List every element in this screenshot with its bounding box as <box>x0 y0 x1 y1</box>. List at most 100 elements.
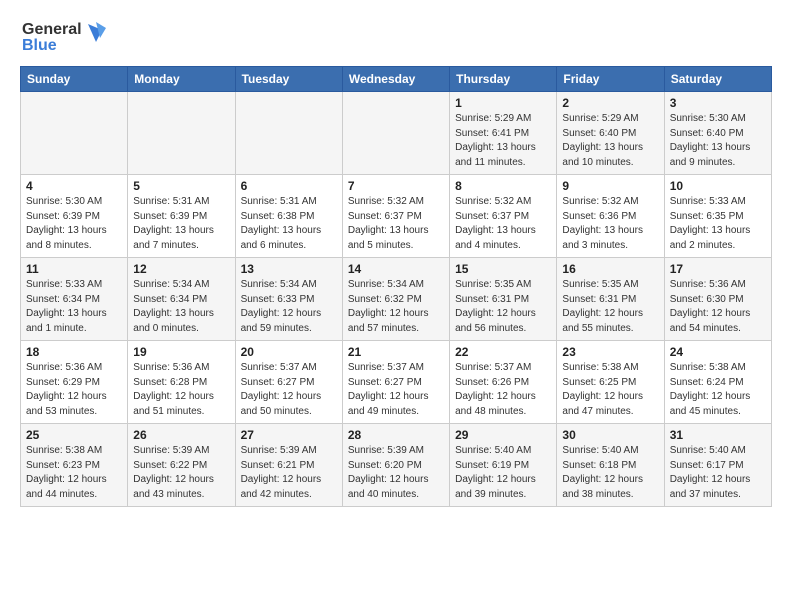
day-number: 10 <box>670 179 766 193</box>
calendar-day-cell: 13 Sunrise: 5:34 AM Sunset: 6:33 PM Dayli… <box>235 258 342 341</box>
day-info: Sunrise: 5:37 AM Sunset: 6:26 PM Dayligh… <box>455 361 551 419</box>
day-info: Sunrise: 5:39 AM Sunset: 6:20 PM Dayligh… <box>348 444 444 502</box>
calendar-day-cell: 15 Sunrise: 5:35 AM Sunset: 6:31 PM Dayli… <box>450 258 557 341</box>
day-number: 18 <box>26 345 122 359</box>
day-info: Sunrise: 5:36 AM Sunset: 6:29 PM Dayligh… <box>26 361 122 419</box>
calendar-day-cell: 25 Sunrise: 5:38 AM Sunset: 6:23 PM Dayli… <box>21 424 128 507</box>
calendar-week-row: 11Sunrise: 5:33 AM Sunset: 6:34 PM Dayli… <box>21 258 772 341</box>
day-number: 28 <box>348 428 444 442</box>
calendar-day-cell: 11Sunrise: 5:33 AM Sunset: 6:34 PM Dayli… <box>21 258 128 341</box>
svg-text:General: General <box>22 21 82 38</box>
day-info: Sunrise: 5:32 AM Sunset: 6:37 PM Dayligh… <box>348 195 444 253</box>
day-number: 2 <box>562 96 658 110</box>
calendar-day-cell: 12Sunrise: 5:34 AM Sunset: 6:34 PM Dayli… <box>128 258 235 341</box>
svg-text:Blue: Blue <box>22 37 57 54</box>
day-number: 20 <box>241 345 337 359</box>
day-info: Sunrise: 5:31 AM Sunset: 6:38 PM Dayligh… <box>241 195 337 253</box>
day-info: Sunrise: 5:35 AM Sunset: 6:31 PM Dayligh… <box>455 278 551 336</box>
day-number: 3 <box>670 96 766 110</box>
calendar-day-cell: 8 Sunrise: 5:32 AM Sunset: 6:37 PM Daylig… <box>450 175 557 258</box>
calendar-day-cell: 9 Sunrise: 5:32 AM Sunset: 6:36 PM Daylig… <box>557 175 664 258</box>
day-number: 25 <box>26 428 122 442</box>
weekday-header-row: SundayMondayTuesdayWednesdayThursdayFrid… <box>21 67 772 92</box>
calendar-day-cell: 18 Sunrise: 5:36 AM Sunset: 6:29 PM Dayli… <box>21 341 128 424</box>
day-info: Sunrise: 5:34 AM Sunset: 6:33 PM Dayligh… <box>241 278 337 336</box>
day-info: Sunrise: 5:34 AM Sunset: 6:34 PM Dayligh… <box>133 278 229 336</box>
calendar-day-cell: 20 Sunrise: 5:37 AM Sunset: 6:27 PM Dayli… <box>235 341 342 424</box>
day-info: Sunrise: 5:38 AM Sunset: 6:25 PM Dayligh… <box>562 361 658 419</box>
calendar-day-cell <box>21 92 128 175</box>
day-info: Sunrise: 5:29 AM Sunset: 6:40 PM Dayligh… <box>562 112 658 170</box>
calendar-day-cell: 3 Sunrise: 5:30 AM Sunset: 6:40 PM Daylig… <box>664 92 771 175</box>
day-number: 14 <box>348 262 444 276</box>
day-number: 30 <box>562 428 658 442</box>
day-number: 21 <box>348 345 444 359</box>
logo-icon: General Blue <box>20 16 110 54</box>
day-number: 31 <box>670 428 766 442</box>
calendar-day-cell: 2 Sunrise: 5:29 AM Sunset: 6:40 PM Daylig… <box>557 92 664 175</box>
day-info: Sunrise: 5:32 AM Sunset: 6:36 PM Dayligh… <box>562 195 658 253</box>
day-number: 22 <box>455 345 551 359</box>
day-number: 4 <box>26 179 122 193</box>
weekday-header-cell: Sunday <box>21 67 128 92</box>
day-info: Sunrise: 5:32 AM Sunset: 6:37 PM Dayligh… <box>455 195 551 253</box>
calendar-day-cell: 6Sunrise: 5:31 AM Sunset: 6:38 PM Daylig… <box>235 175 342 258</box>
calendar-day-cell: 27 Sunrise: 5:39 AM Sunset: 6:21 PM Dayli… <box>235 424 342 507</box>
calendar-table: SundayMondayTuesdayWednesdayThursdayFrid… <box>20 66 772 507</box>
calendar-day-cell: 30 Sunrise: 5:40 AM Sunset: 6:18 PM Dayli… <box>557 424 664 507</box>
day-number: 9 <box>562 179 658 193</box>
weekday-header-cell: Tuesday <box>235 67 342 92</box>
calendar-day-cell: 4 Sunrise: 5:30 AM Sunset: 6:39 PM Daylig… <box>21 175 128 258</box>
day-info: Sunrise: 5:30 AM Sunset: 6:40 PM Dayligh… <box>670 112 766 170</box>
day-number: 23 <box>562 345 658 359</box>
calendar-day-cell: 5 Sunrise: 5:31 AM Sunset: 6:39 PM Daylig… <box>128 175 235 258</box>
day-number: 24 <box>670 345 766 359</box>
calendar-week-row: 1Sunrise: 5:29 AM Sunset: 6:41 PM Daylig… <box>21 92 772 175</box>
calendar-day-cell <box>128 92 235 175</box>
day-info: Sunrise: 5:29 AM Sunset: 6:41 PM Dayligh… <box>455 112 551 170</box>
day-number: 13 <box>241 262 337 276</box>
calendar-body: 1Sunrise: 5:29 AM Sunset: 6:41 PM Daylig… <box>21 92 772 507</box>
day-number: 16 <box>562 262 658 276</box>
day-info: Sunrise: 5:33 AM Sunset: 6:35 PM Dayligh… <box>670 195 766 253</box>
calendar-day-cell <box>342 92 449 175</box>
day-info: Sunrise: 5:40 AM Sunset: 6:18 PM Dayligh… <box>562 444 658 502</box>
calendar-day-cell: 26Sunrise: 5:39 AM Sunset: 6:22 PM Dayli… <box>128 424 235 507</box>
day-number: 11 <box>26 262 122 276</box>
logo: General Blue <box>20 16 110 54</box>
calendar-day-cell: 19 Sunrise: 5:36 AM Sunset: 6:28 PM Dayli… <box>128 341 235 424</box>
day-number: 29 <box>455 428 551 442</box>
calendar-week-row: 25 Sunrise: 5:38 AM Sunset: 6:23 PM Dayli… <box>21 424 772 507</box>
calendar-day-cell: 24Sunrise: 5:38 AM Sunset: 6:24 PM Dayli… <box>664 341 771 424</box>
weekday-header-cell: Friday <box>557 67 664 92</box>
calendar-day-cell: 21Sunrise: 5:37 AM Sunset: 6:27 PM Dayli… <box>342 341 449 424</box>
day-info: Sunrise: 5:38 AM Sunset: 6:23 PM Dayligh… <box>26 444 122 502</box>
day-number: 5 <box>133 179 229 193</box>
calendar-day-cell: 29Sunrise: 5:40 AM Sunset: 6:19 PM Dayli… <box>450 424 557 507</box>
day-number: 7 <box>348 179 444 193</box>
calendar-day-cell: 28 Sunrise: 5:39 AM Sunset: 6:20 PM Dayli… <box>342 424 449 507</box>
day-number: 26 <box>133 428 229 442</box>
day-info: Sunrise: 5:31 AM Sunset: 6:39 PM Dayligh… <box>133 195 229 253</box>
day-number: 15 <box>455 262 551 276</box>
calendar-day-cell: 16 Sunrise: 5:35 AM Sunset: 6:31 PM Dayli… <box>557 258 664 341</box>
day-number: 8 <box>455 179 551 193</box>
day-info: Sunrise: 5:34 AM Sunset: 6:32 PM Dayligh… <box>348 278 444 336</box>
weekday-header-cell: Thursday <box>450 67 557 92</box>
calendar-day-cell <box>235 92 342 175</box>
day-number: 27 <box>241 428 337 442</box>
day-info: Sunrise: 5:30 AM Sunset: 6:39 PM Dayligh… <box>26 195 122 253</box>
day-number: 19 <box>133 345 229 359</box>
calendar-day-cell: 14 Sunrise: 5:34 AM Sunset: 6:32 PM Dayli… <box>342 258 449 341</box>
day-info: Sunrise: 5:40 AM Sunset: 6:17 PM Dayligh… <box>670 444 766 502</box>
day-info: Sunrise: 5:39 AM Sunset: 6:21 PM Dayligh… <box>241 444 337 502</box>
day-info: Sunrise: 5:36 AM Sunset: 6:28 PM Dayligh… <box>133 361 229 419</box>
calendar-day-cell: 31 Sunrise: 5:40 AM Sunset: 6:17 PM Dayli… <box>664 424 771 507</box>
calendar-week-row: 18 Sunrise: 5:36 AM Sunset: 6:29 PM Dayli… <box>21 341 772 424</box>
weekday-header-cell: Wednesday <box>342 67 449 92</box>
day-number: 17 <box>670 262 766 276</box>
day-info: Sunrise: 5:35 AM Sunset: 6:31 PM Dayligh… <box>562 278 658 336</box>
calendar-day-cell: 10 Sunrise: 5:33 AM Sunset: 6:35 PM Dayli… <box>664 175 771 258</box>
day-info: Sunrise: 5:37 AM Sunset: 6:27 PM Dayligh… <box>241 361 337 419</box>
calendar-week-row: 4 Sunrise: 5:30 AM Sunset: 6:39 PM Daylig… <box>21 175 772 258</box>
